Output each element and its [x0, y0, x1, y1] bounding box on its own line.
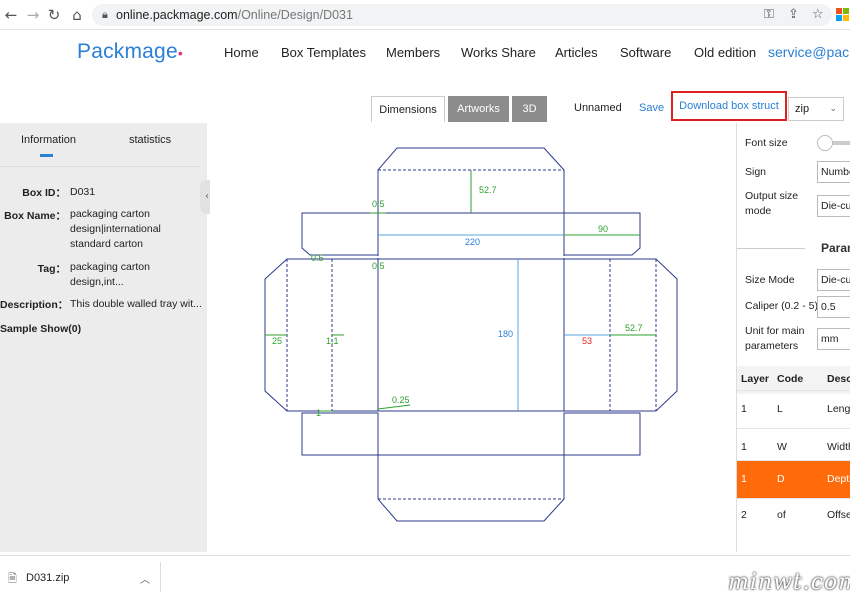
address-bar[interactable]: 🔒︎ online.packmage.com/Online/Design/D03…	[92, 4, 832, 26]
save-button[interactable]: Save	[639, 102, 664, 114]
info-panel: Information statistics Box ID： D031 Box …	[0, 123, 207, 552]
site-logo[interactable]: Packmage•	[77, 40, 183, 64]
sign-label: Sign	[745, 166, 767, 178]
description-label: Description：	[0, 299, 69, 311]
dim-label-220: 220	[465, 237, 481, 247]
parameters-heading: Param	[821, 241, 850, 255]
home-icon[interactable]: ⌂	[68, 6, 86, 24]
nav-articles[interactable]: Articles	[555, 45, 598, 60]
dim-label-1: 1	[316, 408, 322, 418]
downloads-bar: 🗎︎ D031.zip ︿	[0, 555, 850, 595]
reload-icon[interactable]: ↻	[45, 6, 63, 24]
dim-label-52-7-top: 52.7	[479, 185, 497, 195]
key-icon[interactable]: ⚿	[764, 7, 774, 22]
table-row[interactable]: 2 of Offse	[737, 498, 850, 536]
dim-label-0-5-b: 0.5	[311, 253, 324, 263]
extension-icon[interactable]	[836, 8, 850, 22]
dieline-canvas[interactable]: 52.7 0.5 90 220 0.5 0.5 180 25 1.1 53 52…	[210, 123, 736, 552]
sample-show-link[interactable]: Sample Show(0)	[0, 323, 100, 335]
tab-3d[interactable]: 3D	[512, 96, 547, 122]
output-size-select[interactable]: Die-cut	[817, 195, 850, 217]
active-tab-indicator	[40, 154, 53, 157]
cell-code: of	[777, 509, 786, 521]
box-id-value: D031	[70, 186, 96, 198]
dim-label-0-25: 0.25	[392, 395, 410, 405]
divider	[737, 248, 805, 249]
dim-label-0-5-a: 0.5	[372, 199, 385, 209]
unit-select[interactable]: mm	[817, 328, 850, 350]
lock-icon: 🔒︎	[102, 8, 108, 21]
sign-select[interactable]: Number	[817, 161, 850, 183]
box-name-label: Box Name：	[4, 210, 66, 222]
col-layer: Layer	[741, 373, 770, 385]
bookmark-star-icon[interactable]: ☆	[812, 7, 824, 22]
output-size-label: Output size mode	[745, 190, 799, 217]
box-id-label: Box ID：	[22, 187, 66, 199]
nav-software[interactable]: Software	[620, 45, 671, 60]
file-icon: 🗎︎	[8, 572, 17, 585]
cell-desc: Depth	[827, 473, 850, 485]
design-name[interactable]: Unnamed	[574, 102, 622, 114]
box-name-value: packaging carton design|international st…	[70, 208, 161, 250]
dim-label-90: 90	[598, 224, 609, 234]
cell-layer: 1	[741, 473, 747, 485]
download-filename[interactable]: D031.zip	[26, 572, 69, 584]
browser-toolbar: ← → ↻ ⌂ 🔒︎ online.packmage.com/Online/De…	[0, 0, 850, 30]
caliper-label: Caliper (0.2 - 5)	[745, 300, 818, 312]
dim-label-180: 180	[498, 329, 514, 339]
tab-artworks[interactable]: Artworks	[448, 96, 509, 122]
description-value: This double walled tray wit...	[70, 298, 202, 310]
cell-layer: 1	[741, 403, 747, 415]
divider	[160, 562, 161, 592]
cell-code: D	[777, 473, 785, 485]
unit-label: Unit for main parameters	[745, 325, 805, 352]
dim-label-0-5-c: 0.5	[372, 261, 385, 271]
cell-code: W	[777, 441, 787, 453]
chevron-down-icon: ⌄	[829, 104, 837, 114]
nav-old-edition[interactable]: Old edition	[694, 45, 756, 60]
nav-works-share[interactable]: Works Share	[461, 45, 536, 60]
cell-desc: Offse	[827, 509, 850, 521]
font-size-slider[interactable]	[817, 135, 850, 151]
dim-label-53: 53	[582, 336, 593, 346]
tab-dimensions[interactable]: Dimensions	[371, 96, 445, 122]
cell-desc: Leng	[827, 403, 850, 415]
divider	[0, 166, 200, 167]
download-box-struct-button[interactable]: Download box struct	[671, 91, 787, 121]
nav-home[interactable]: Home	[224, 45, 259, 60]
cell-desc: Width	[827, 441, 850, 453]
chevron-left-icon: ‹	[205, 191, 209, 202]
col-desc: Desc	[827, 373, 850, 385]
cell-layer: 2	[741, 509, 747, 521]
cell-layer: 1	[741, 441, 747, 453]
size-mode-label: Size Mode	[745, 274, 795, 286]
contact-email-link[interactable]: service@pacl	[768, 44, 850, 60]
size-mode-select[interactable]: Die-cut	[817, 269, 850, 291]
font-size-label: Font size	[745, 137, 788, 149]
table-row[interactable]: 1 L Leng	[737, 390, 850, 428]
dieline-drawing	[264, 147, 678, 522]
dim-label-1-1: 1.1	[326, 336, 339, 346]
format-select[interactable]: zip ⌄	[788, 97, 844, 121]
settings-panel: Font size Sign Number Output size mode D…	[736, 123, 850, 552]
chevron-up-icon[interactable]: ︿	[140, 571, 150, 586]
watermark: minwt.com	[728, 570, 850, 595]
tab-statistics[interactable]: statistics	[129, 134, 171, 146]
nav-members[interactable]: Members	[386, 45, 440, 60]
forward-icon[interactable]: →	[24, 6, 42, 24]
tab-information[interactable]: Information	[21, 134, 76, 146]
tag-label: Tag：	[37, 263, 66, 275]
col-code: Code	[777, 373, 804, 385]
nav-box-templates[interactable]: Box Templates	[281, 45, 366, 60]
tag-value: packaging carton design,int...	[70, 261, 150, 288]
dim-label-25: 25	[272, 336, 283, 346]
back-icon[interactable]: ←	[2, 6, 20, 24]
dim-label-52-7-right: 52.7	[625, 323, 643, 333]
cell-code: L	[777, 403, 783, 415]
url-text: online.packmage.com/Online/Design/D031	[116, 8, 353, 22]
share-icon[interactable]: ⇪	[788, 7, 799, 22]
caliper-input[interactable]: 0.5	[817, 296, 850, 318]
table-row-selected[interactable]: 1 D Depth	[737, 460, 850, 498]
